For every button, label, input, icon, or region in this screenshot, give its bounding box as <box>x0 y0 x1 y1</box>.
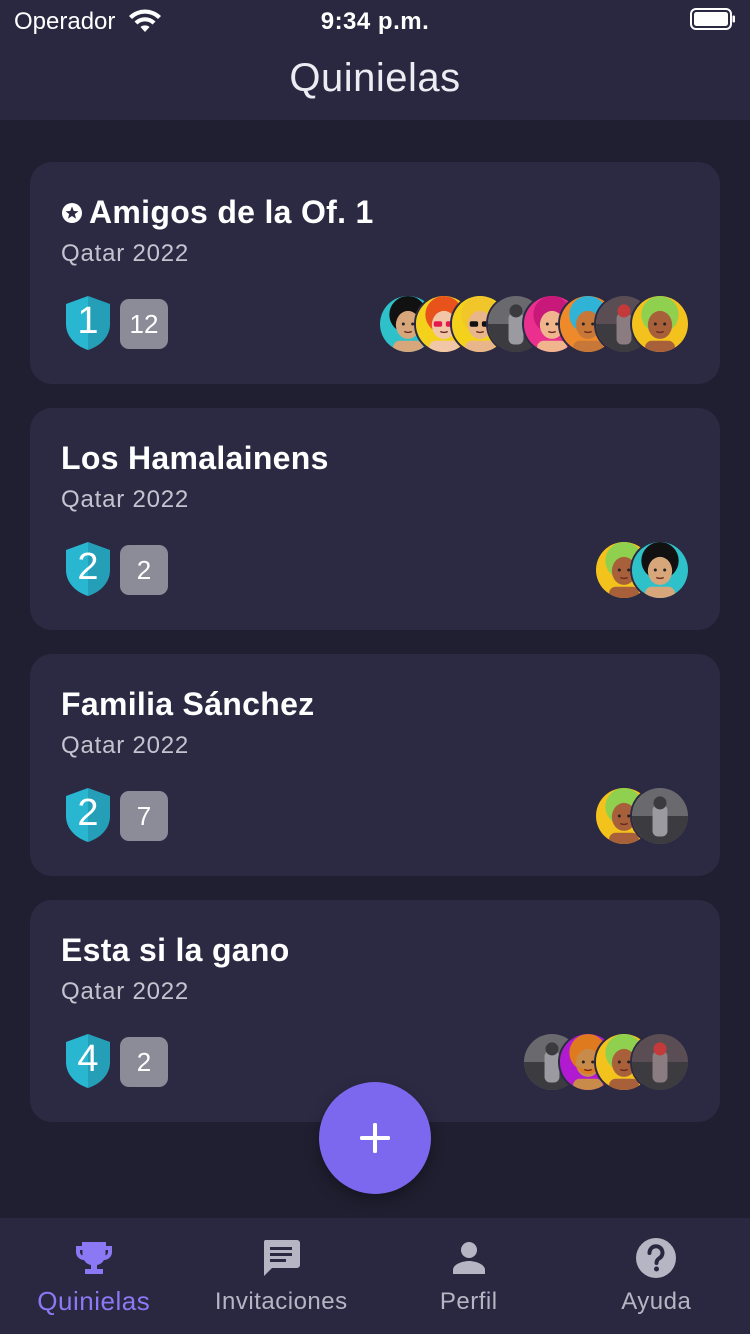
avatar <box>630 540 690 600</box>
nav-item-perfil[interactable]: Perfil <box>375 1218 563 1334</box>
rank-number: 1 <box>77 300 99 342</box>
rank-number: 4 <box>77 1038 99 1080</box>
quiniela-name: Familia Sánchez <box>61 686 315 722</box>
quiniela-title: Esta si la gano <box>61 932 290 969</box>
avatar <box>630 1032 690 1092</box>
battery-icon <box>690 8 735 30</box>
nav-label: Invitaciones <box>214 1288 348 1315</box>
quiniela-title: Amigos de la Of. 1 <box>61 194 374 231</box>
avatar <box>630 294 690 354</box>
quiniela-card[interactable]: Los Hamalainens Qatar 2022 2 2 <box>30 408 720 630</box>
trophy-icon <box>75 1242 112 1274</box>
quiniela-title: Los Hamalainens <box>61 440 329 477</box>
participant-count-badge: 2 <box>120 1037 168 1087</box>
clock: 9:34 p.m. <box>320 8 430 35</box>
status-bar: Operador 9:34 p.m. <box>0 0 750 42</box>
participant-count-badge: 7 <box>120 791 168 841</box>
nav-label: Ayuda <box>621 1288 692 1315</box>
nav-item-quinielas[interactable]: Quinielas <box>0 1218 188 1334</box>
star-icon <box>62 202 82 223</box>
quiniela-name: Amigos de la Of. 1 <box>89 194 374 230</box>
nav-item-invitaciones[interactable]: Invitaciones <box>188 1218 376 1334</box>
rank-badge: 4 <box>64 1032 112 1090</box>
avatar <box>630 786 690 846</box>
rank-badge: 2 <box>64 786 112 844</box>
bottom-nav: Quinielas Invitaciones Perfil Ayuda <box>0 1218 750 1334</box>
nav-item-ayuda[interactable]: Ayuda <box>563 1218 750 1334</box>
participant-count-badge: 12 <box>120 299 168 349</box>
quiniela-title: Familia Sánchez <box>61 686 314 723</box>
rank-number: 2 <box>77 792 99 834</box>
rank-badge: 1 <box>64 294 112 352</box>
nav-label: Perfil <box>439 1288 498 1315</box>
rank-badge: 2 <box>64 540 112 598</box>
nav-label: Quinielas <box>37 1286 151 1316</box>
rank-number: 2 <box>77 546 99 588</box>
quiniela-card[interactable]: Familia Sánchez Qatar 2022 2 7 <box>30 654 720 876</box>
tournament-label: Qatar 2022 <box>61 240 190 267</box>
quiniela-card[interactable]: Amigos de la Of. 1 Qatar 2022 1 12 <box>30 162 720 384</box>
person-icon <box>452 1242 485 1274</box>
help-icon <box>636 1238 677 1278</box>
participant-avatars <box>594 786 690 846</box>
participant-avatars <box>378 294 690 354</box>
quiniela-name: Los Hamalainens <box>61 440 329 476</box>
page-title: Quinielas <box>289 56 461 100</box>
tournament-label: Qatar 2022 <box>61 486 190 513</box>
quiniela-list: Amigos de la Of. 1 Qatar 2022 1 12 Los H… <box>30 162 720 1146</box>
message-icon <box>264 1240 301 1276</box>
participant-avatars <box>522 1032 690 1092</box>
top-bar: Operador 9:34 p.m. Quinielas <box>0 0 750 120</box>
app-screen: Operador 9:34 p.m. Quinielas Amigos de l… <box>0 0 750 1334</box>
participant-count-badge: 2 <box>120 545 168 595</box>
add-quiniela-button[interactable] <box>319 1082 431 1194</box>
participant-avatars <box>594 540 690 600</box>
tournament-label: Qatar 2022 <box>61 732 190 759</box>
plus-icon <box>360 1123 390 1153</box>
tournament-label: Qatar 2022 <box>61 978 190 1005</box>
quiniela-name: Esta si la gano <box>61 932 290 968</box>
